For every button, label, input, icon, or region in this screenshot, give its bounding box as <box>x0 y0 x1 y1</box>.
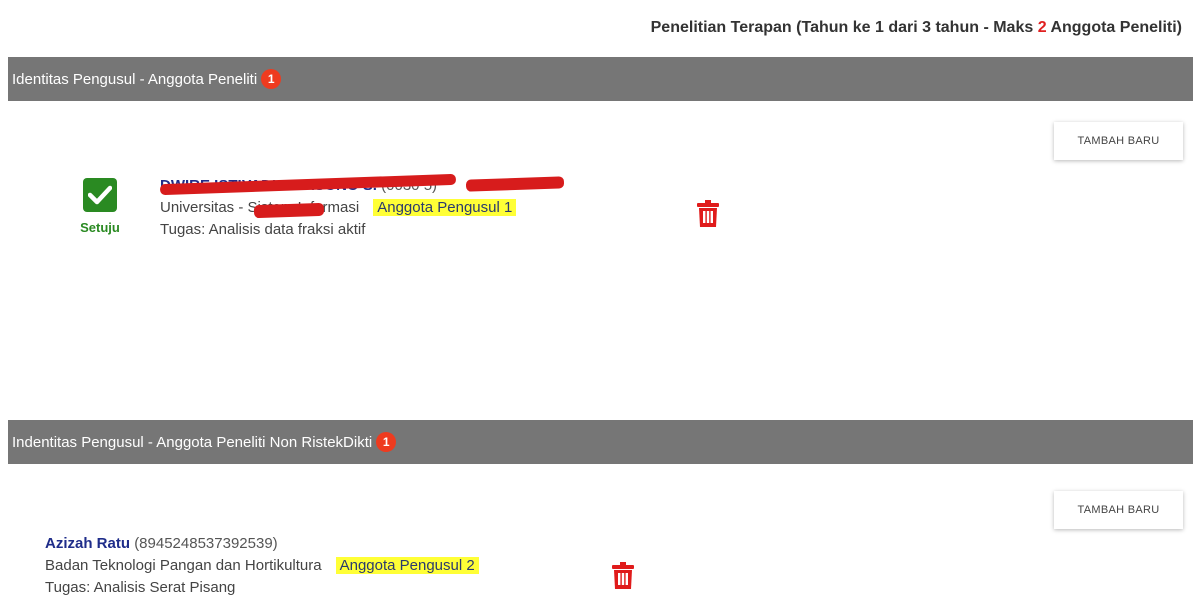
member-institution: Badan Teknologi Pangan dan Hortikultura <box>45 557 322 574</box>
section-header-non-ristekdikti: Indentitas Pengusul - Anggota Peneliti N… <box>8 420 1193 464</box>
section-title: Identitas Pengusul - Anggota Peneliti <box>12 70 258 88</box>
member-role: Anggota Pengusul 2 <box>335 557 479 574</box>
member-count-badge: 1 <box>261 69 282 89</box>
member-name-line: Azizah Ratu (8945248537392539) <box>45 533 479 555</box>
approval-label: Setuju <box>80 220 120 235</box>
redaction-mark <box>253 202 325 219</box>
program-title-prefix: Penelitian Terapan (Tahun ke 1 dari 3 ta… <box>650 19 1038 36</box>
max-members-count: 2 <box>1037 19 1047 36</box>
redaction-mark <box>465 176 565 192</box>
approval-status: Setuju <box>72 178 128 235</box>
member-affiliation-line: Badan Teknologi Pangan dan Hortikultura A… <box>45 555 479 577</box>
program-title: Penelitian Terapan (Tahun ke 1 dari 3 ta… <box>651 19 1182 37</box>
member-card: Azizah Ratu (8945248537392539) Badan Tek… <box>45 533 479 599</box>
trash-icon[interactable] <box>697 200 719 228</box>
program-title-suffix: Anggota Peneliti) <box>1046 19 1182 36</box>
member-name: Azizah Ratu <box>45 535 131 552</box>
check-square-icon <box>83 178 117 212</box>
section-title: Indentitas Pengusul - Anggota Peneliti N… <box>12 433 373 451</box>
member-task: Tugas: Analisis Serat Pisang <box>45 579 236 596</box>
add-new-button[interactable]: TAMBAH BARU <box>1054 122 1183 160</box>
trash-icon[interactable] <box>612 562 634 590</box>
member-nidn: (8945248537392539) <box>134 535 278 552</box>
member-role: Anggota Pengusul 1 <box>373 199 517 216</box>
add-new-button[interactable]: TAMBAH BARU <box>1054 491 1183 529</box>
member-count-badge: 1 <box>376 432 397 452</box>
section-header-anggota-peneliti: Identitas Pengusul - Anggota Peneliti 1 <box>8 57 1193 101</box>
member-affiliation-line: Universitas - Sistem InformasiAnggota Pe… <box>160 197 517 219</box>
member-task: Tugas: Analisis data fraksi aktif <box>160 221 366 238</box>
